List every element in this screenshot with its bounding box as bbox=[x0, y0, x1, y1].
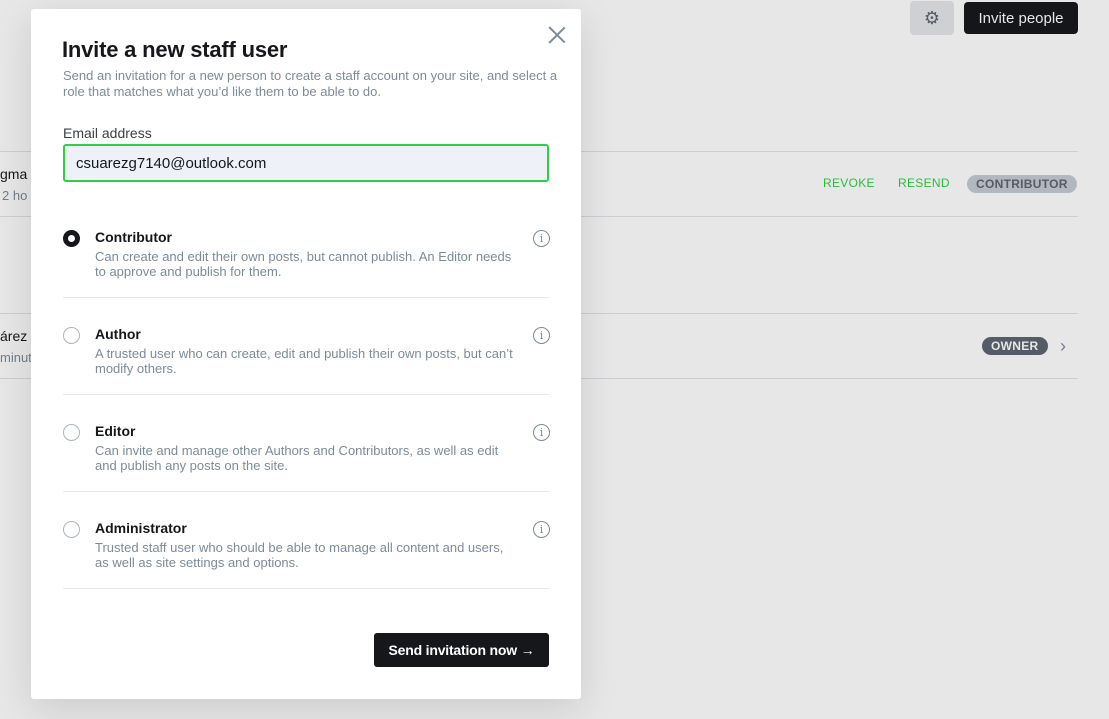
info-icon[interactable]: i bbox=[533, 230, 550, 247]
info-icon[interactable]: i bbox=[533, 521, 550, 538]
send-invitation-button[interactable]: Send invitation now → bbox=[374, 633, 549, 667]
email-field[interactable] bbox=[63, 144, 549, 182]
role-description: A trusted user who can create, edit and … bbox=[95, 346, 513, 376]
role-description: Trusted staff user who should be able to… bbox=[95, 540, 504, 570]
modal-description: Send an invitation for a new person to c… bbox=[63, 68, 558, 99]
close-icon[interactable] bbox=[546, 24, 568, 46]
role-description: Can create and edit their own posts, but… bbox=[95, 249, 512, 279]
role-option-administrator[interactable]: Administrator Trusted staff user who sho… bbox=[63, 510, 550, 589]
role-name: Contributor bbox=[95, 229, 172, 245]
info-icon[interactable]: i bbox=[533, 424, 550, 441]
radio-administrator[interactable] bbox=[63, 521, 80, 538]
radio-editor[interactable] bbox=[63, 424, 80, 441]
role-option-contributor[interactable]: Contributor Can create and edit their ow… bbox=[63, 219, 550, 298]
role-option-author[interactable]: Author A trusted user who can create, ed… bbox=[63, 316, 550, 395]
role-name: Editor bbox=[95, 423, 136, 439]
modal-title: Invite a new staff user bbox=[62, 37, 288, 62]
info-icon[interactable]: i bbox=[533, 327, 550, 344]
radio-contributor[interactable] bbox=[63, 230, 80, 247]
role-name: Author bbox=[95, 326, 141, 342]
role-name: Administrator bbox=[95, 520, 187, 536]
role-option-editor[interactable]: Editor Can invite and manage other Autho… bbox=[63, 413, 550, 492]
invite-modal: Invite a new staff user Send an invitati… bbox=[31, 9, 581, 699]
role-description: Can invite and manage other Authors and … bbox=[95, 443, 499, 473]
radio-author[interactable] bbox=[63, 327, 80, 344]
email-label: Email address bbox=[63, 125, 152, 141]
